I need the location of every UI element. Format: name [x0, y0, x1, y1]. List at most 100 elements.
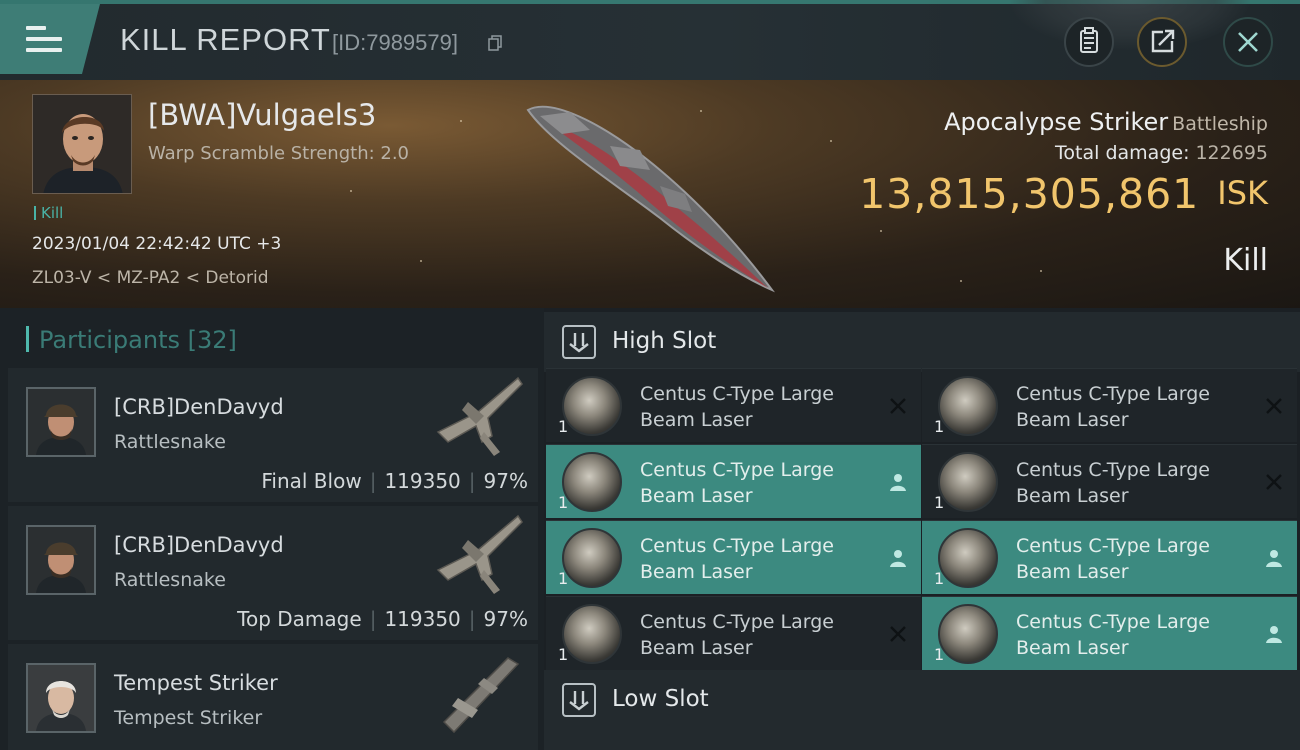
module-item[interactable]: 1 Centus C-Type Large Beam Laser — [922, 368, 1297, 442]
module-item[interactable]: 1 Centus C-Type Large Beam Laser — [546, 596, 921, 670]
module-item[interactable]: 1 Centus C-Type Large Beam Laser — [546, 444, 921, 518]
victim-ship-class: Battleship — [1172, 113, 1268, 135]
participant-stats: Final Blow | 119350 | 97% — [261, 469, 528, 493]
report-id: [ID:7989579] — [332, 30, 458, 55]
share-button[interactable] — [1137, 17, 1187, 67]
module-quantity: 1 — [934, 417, 945, 436]
participant-role: Top Damage — [237, 607, 362, 631]
high-slot-header[interactable]: High Slot — [544, 312, 1300, 372]
participant-name: [CRB]DenDavyd — [114, 395, 284, 419]
destroyed-x-icon — [1263, 471, 1285, 493]
kill-tag: Kill — [34, 204, 63, 222]
module-name: Centus C-Type Large Beam Laser — [640, 383, 834, 431]
participant-ship-image — [428, 372, 528, 462]
module-quantity: 1 — [558, 645, 569, 664]
participant-ship: Tempest Striker — [114, 707, 263, 729]
close-button[interactable] — [1223, 17, 1273, 67]
module-name: Centus C-Type Large Beam Laser — [640, 535, 834, 583]
module-quantity: 1 — [934, 569, 945, 588]
beam-laser-icon — [562, 528, 622, 588]
participant-percent: 97% — [483, 607, 528, 631]
beam-laser-icon — [562, 376, 622, 436]
victim-ship-render — [510, 90, 800, 300]
participant-role: Final Blow — [261, 469, 362, 493]
module-quantity: 1 — [934, 645, 945, 664]
participant-ship-image — [428, 648, 528, 738]
victim-avatar[interactable] — [32, 94, 132, 194]
participant-card[interactable]: [CRB]DenDavyd Rattlesnake Final Blow | 119… — [8, 368, 538, 502]
dropped-person-icon — [887, 471, 909, 493]
participants-header: Participants [32] — [26, 326, 237, 354]
module-name: Centus C-Type Large Beam Laser — [1016, 459, 1210, 507]
participant-name: [CRB]DenDavyd — [114, 533, 284, 557]
low-slot-label: Low Slot — [612, 686, 709, 712]
dropped-person-icon — [887, 547, 909, 569]
low-slot-header[interactable]: Low Slot — [544, 670, 1300, 750]
menu-button[interactable] — [0, 4, 100, 74]
module-item[interactable]: 1 Centus C-Type Large Beam Laser — [922, 596, 1297, 670]
dropped-person-icon — [1263, 623, 1285, 645]
module-item[interactable]: 1 Centus C-Type Large Beam Laser — [546, 368, 921, 442]
participant-avatar — [26, 387, 96, 457]
victim-banner: [BWA]Vulgaels3 Warp Scramble Strength: 2… — [0, 80, 1300, 308]
participant-name: Tempest Striker — [114, 671, 278, 695]
destroyed-x-icon — [887, 395, 909, 417]
beam-laser-icon — [938, 528, 998, 588]
victim-ship-name[interactable]: Apocalypse Striker Battleship — [944, 108, 1268, 136]
total-damage: Total damage: 122695 — [1055, 142, 1268, 164]
isk-value-row: 13,815,305,861 ISK — [859, 170, 1268, 218]
hamburger-menu-icon — [26, 26, 62, 54]
module-item[interactable]: 1 Centus C-Type Large Beam Laser — [922, 520, 1297, 594]
module-quantity: 1 — [558, 417, 569, 436]
participant-ship: Rattlesnake — [114, 431, 226, 453]
participant-stats: Top Damage | 119350 | 97% — [237, 607, 528, 631]
clipboard-button[interactable] — [1064, 17, 1114, 67]
total-damage-value: 122695 — [1195, 142, 1268, 164]
module-quantity: 1 — [558, 569, 569, 588]
module-quantity: 1 — [934, 493, 945, 512]
module-name: Centus C-Type Large Beam Laser — [640, 459, 834, 507]
module-item[interactable]: 1 Centus C-Type Large Beam Laser — [922, 444, 1297, 518]
victim-pilot-name[interactable]: [BWA]Vulgaels3 — [148, 98, 376, 132]
participant-card[interactable]: Tempest Striker Tempest Striker — [8, 644, 538, 750]
module-name: Centus C-Type Large Beam Laser — [1016, 611, 1210, 659]
isk-value: 13,815,305,861 — [859, 170, 1200, 218]
dropped-person-icon — [1263, 547, 1285, 569]
warp-scramble-strength: Warp Scramble Strength: 2.0 — [148, 143, 410, 164]
decorative-disc — [1010, 0, 1250, 50]
copy-icon[interactable] — [488, 35, 502, 51]
high-slot-icon — [562, 325, 596, 359]
participant-avatar — [26, 663, 96, 733]
kill-location[interactable]: ZL03-V < MZ-PA2 < Detorid — [32, 268, 269, 288]
low-slot-icon — [562, 683, 596, 717]
share-icon — [1151, 29, 1175, 53]
participant-damage: 119350 — [384, 469, 461, 493]
header-bar: KILL REPORT [ID:7989579] — [0, 0, 1300, 80]
high-slot-label: High Slot — [612, 328, 717, 354]
clipboard-icon — [1080, 27, 1098, 53]
participant-ship-image — [428, 510, 528, 600]
participant-card[interactable]: [CRB]DenDavyd Rattlesnake Top Damage | 119… — [8, 506, 538, 640]
page-title: KILL REPORT — [120, 22, 331, 57]
participant-avatar — [26, 525, 96, 595]
module-item[interactable]: 1 Centus C-Type Large Beam Laser — [546, 520, 921, 594]
module-name: Centus C-Type Large Beam Laser — [640, 611, 834, 659]
beam-laser-icon — [938, 376, 998, 436]
beam-laser-icon — [938, 604, 998, 664]
participant-ship: Rattlesnake — [114, 569, 226, 591]
participant-percent: 97% — [483, 469, 528, 493]
beam-laser-icon — [938, 452, 998, 512]
kill-timestamp: 2023/01/04 22:42:42 UTC +3 — [32, 234, 282, 254]
result-label: Kill — [1223, 243, 1268, 278]
module-name: Centus C-Type Large Beam Laser — [1016, 535, 1210, 583]
beam-laser-icon — [562, 452, 622, 512]
destroyed-x-icon — [1263, 395, 1285, 417]
module-name: Centus C-Type Large Beam Laser — [1016, 383, 1210, 431]
isk-unit: ISK — [1217, 174, 1268, 212]
participant-damage: 119350 — [384, 607, 461, 631]
fitting-slots-panel: High Slot 1 Centus C-Type Large Beam Lase… — [544, 308, 1300, 750]
module-quantity: 1 — [558, 493, 569, 512]
destroyed-x-icon — [887, 623, 909, 645]
participants-panel: Participants [32] [CRB]DenDavyd Rattlesn… — [0, 308, 544, 750]
close-icon — [1238, 32, 1258, 52]
